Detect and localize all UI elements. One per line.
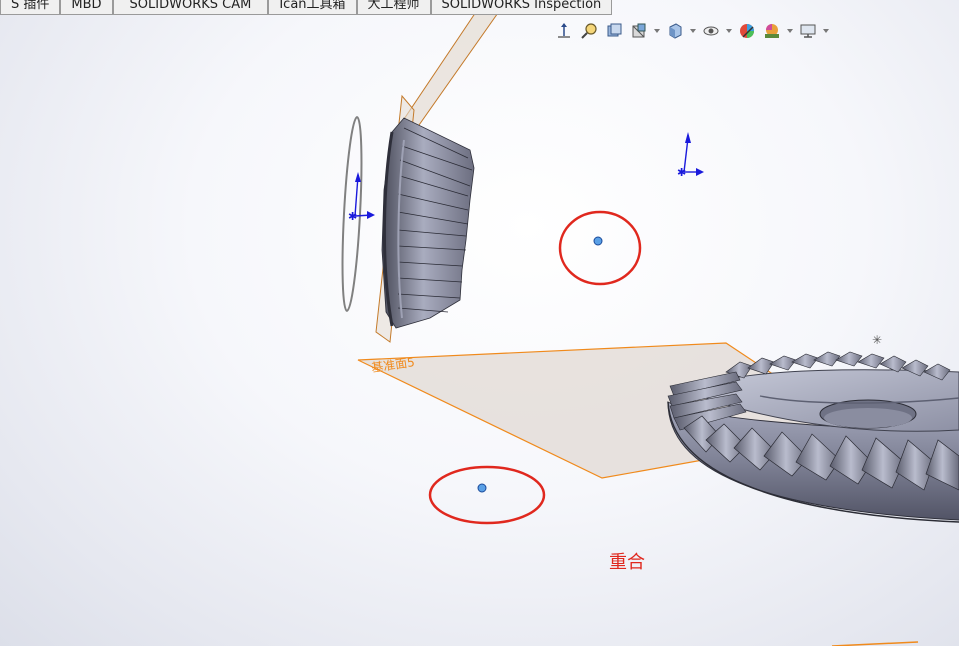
- display-style-dropdown-icon[interactable]: [689, 20, 697, 42]
- section-view-icon[interactable]: [628, 20, 650, 42]
- sketch-point-lower[interactable]: [477, 483, 487, 493]
- model-scene[interactable]: ✱ ✱ ✳ 基准面5: [0, 0, 959, 646]
- view-settings-icon[interactable]: [797, 20, 819, 42]
- tab-plugins[interactable]: S 插件: [0, 0, 61, 15]
- highlight-circle-upper: [558, 210, 642, 286]
- pinion-gear[interactable]: [381, 117, 475, 329]
- svg-text:✱: ✱: [348, 210, 357, 223]
- edit-appearance-icon[interactable]: [736, 20, 758, 42]
- apply-scene-dropdown-icon[interactable]: [786, 20, 794, 42]
- hide-show-icon[interactable]: [700, 20, 722, 42]
- origin-point-icon: ✳: [872, 333, 882, 347]
- view-orientation-icon[interactable]: [553, 20, 575, 42]
- zoom-to-area-icon[interactable]: [578, 20, 600, 42]
- heads-up-view-toolbar: [553, 20, 830, 42]
- sketch-point-upper[interactable]: [593, 236, 603, 246]
- graphics-area[interactable]: ✱ ✱ ✳ 基准面5 S 插件 MBD SOLIDWORKS CAM Ican工…: [0, 0, 959, 646]
- previous-view-icon[interactable]: [603, 20, 625, 42]
- view-settings-dropdown-icon[interactable]: [822, 20, 830, 42]
- apply-scene-icon[interactable]: [761, 20, 783, 42]
- origin-triad: ✱: [677, 132, 704, 179]
- tab-solidworks-inspection[interactable]: SOLIDWORKS Inspection: [430, 0, 613, 15]
- svg-text:✱: ✱: [677, 166, 686, 179]
- tab-solidworks-cam[interactable]: SOLIDWORKS CAM: [112, 0, 269, 15]
- hide-show-dropdown-icon[interactable]: [725, 20, 733, 42]
- plane-edge-bottom: [831, 641, 919, 646]
- tab-engineer[interactable]: 大工程师: [356, 0, 431, 15]
- bevel-gear[interactable]: [667, 351, 959, 523]
- highlight-circle-lower: [428, 465, 546, 525]
- command-manager-tabs: S 插件 MBD SOLIDWORKS CAM Ican工具箱 大工程师 SOL…: [0, 0, 613, 15]
- section-view-dropdown-icon[interactable]: [653, 20, 661, 42]
- tab-ican-toolbox[interactable]: Ican工具箱: [268, 0, 357, 15]
- tab-mbd[interactable]: MBD: [60, 0, 113, 15]
- display-style-icon[interactable]: [664, 20, 686, 42]
- coincident-annotation: 重合: [609, 552, 645, 573]
